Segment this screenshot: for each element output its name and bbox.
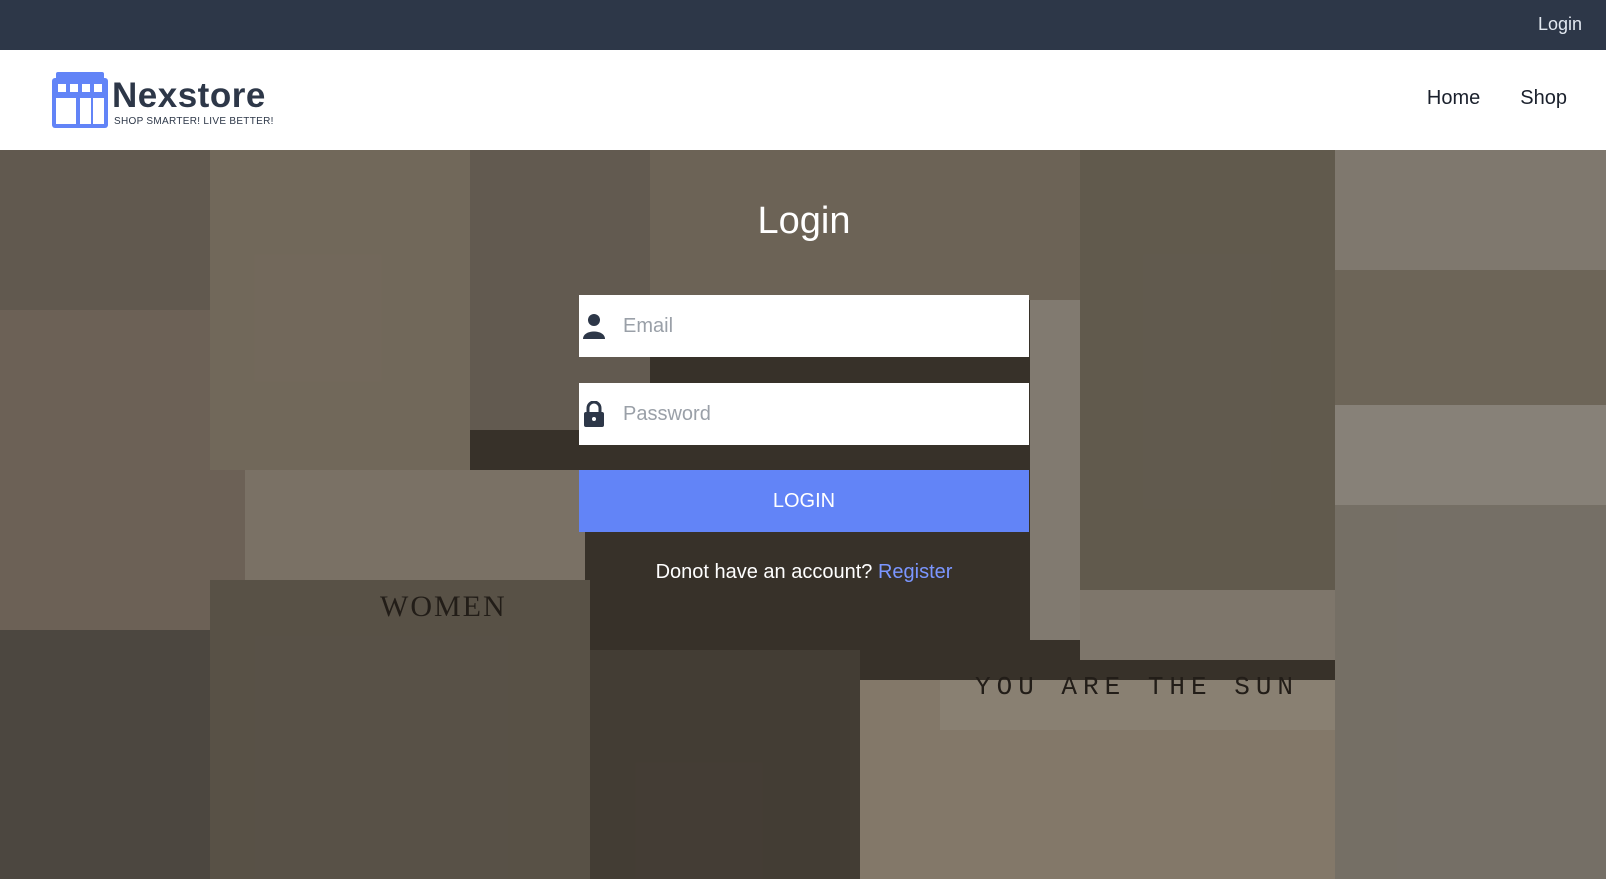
nav-home[interactable]: Home [1427, 87, 1480, 110]
topbar-login-link[interactable]: Login [1538, 14, 1582, 35]
logo-tagline: SHOP SMARTER! LIVE BETTER! [114, 116, 274, 127]
password-input[interactable] [623, 383, 1013, 445]
register-link[interactable]: Register [878, 561, 952, 583]
main-nav: Home Shop [1427, 87, 1567, 110]
login-title: Login [757, 200, 851, 242]
email-input[interactable] [623, 295, 1013, 357]
site-logo[interactable]: Nexstore SHOP SMARTER! LIVE BETTER! [50, 70, 273, 130]
site-header: Nexstore SHOP SMARTER! LIVE BETTER! Home… [0, 50, 1606, 150]
login-button[interactable]: LOGIN [579, 470, 1029, 532]
top-bar: Login [0, 0, 1606, 50]
logo-name: Nexstore [112, 76, 266, 115]
lock-icon [584, 401, 604, 427]
storefront-icon [52, 72, 108, 128]
nav-shop[interactable]: Shop [1520, 87, 1567, 110]
user-icon [583, 314, 605, 339]
register-prompt: Donot have an account? Register [579, 561, 1029, 584]
register-prompt-text: Donot have an account? [655, 561, 873, 583]
email-field[interactable] [579, 295, 1029, 357]
password-field[interactable] [579, 383, 1029, 445]
